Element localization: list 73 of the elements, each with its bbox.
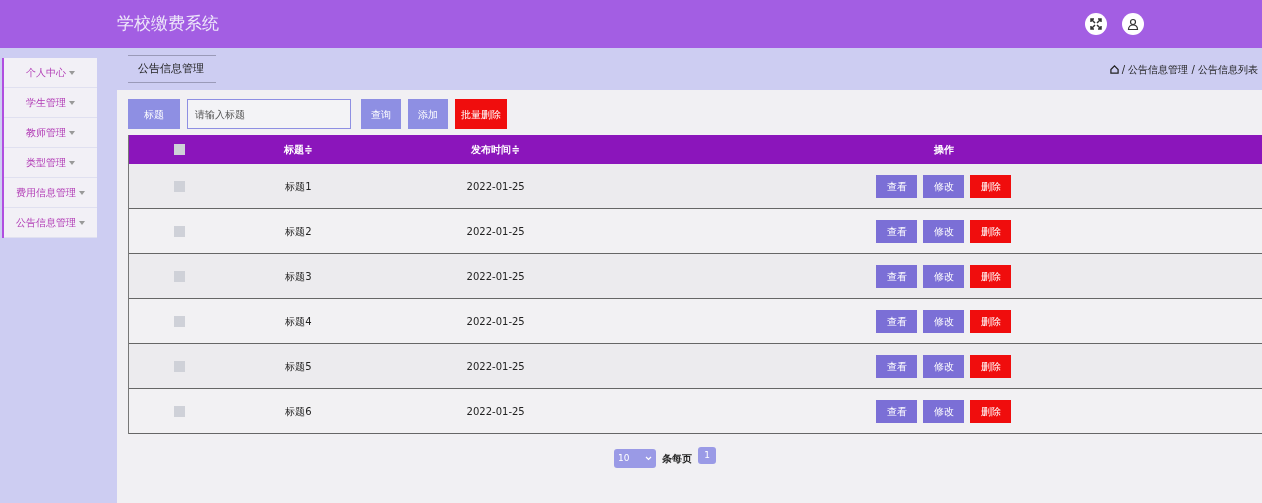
row-action-button[interactable]: 修改 <box>923 309 965 333</box>
home-icon[interactable] <box>1109 64 1119 74</box>
sidebar-item-label: 公告信息管理 <box>16 216 76 230</box>
sidebar-item-label: 个人中心 <box>26 66 66 80</box>
row-action-button[interactable]: 查看 <box>876 354 918 378</box>
table-cell-text: 标题4 <box>285 314 312 329</box>
checkbox[interactable] <box>174 405 186 417</box>
table-cell-text: 2022-01-25 <box>466 179 525 194</box>
sidebar-item-label: 类型管理 <box>26 156 66 170</box>
table-cell-text: 标题2 <box>285 224 312 239</box>
table-cell-text: 2022-01-25 <box>466 404 525 419</box>
sidebar-item-label: 教师管理 <box>26 126 66 140</box>
toolbar-button[interactable]: 批量删除 <box>455 99 507 129</box>
table-cell-text: 2022-01-25 <box>466 359 525 374</box>
table-cell-text: 2022-01-25 <box>466 269 525 284</box>
row-action-button[interactable]: 查看 <box>876 174 918 198</box>
table-cell-text: 2022-01-25 <box>466 314 525 329</box>
row-action-button[interactable]: 查看 <box>876 219 918 243</box>
search-field[interactable]: 请输入标题 <box>187 99 351 129</box>
row-action-button[interactable]: 修改 <box>923 174 965 198</box>
chevron-down-icon <box>645 456 652 461</box>
row-action-button[interactable]: 删除 <box>970 309 1012 333</box>
table-cell-text: 标题5 <box>285 359 312 374</box>
caret-icon <box>69 70 75 75</box>
table-cell-text: 标题1 <box>285 179 312 194</box>
sidebar-item[interactable]: 费用信息管理 <box>4 178 97 208</box>
row-action-button[interactable]: 删除 <box>970 399 1012 423</box>
column-header: 操作 <box>933 143 954 157</box>
table-cell-text: 标题3 <box>285 269 312 284</box>
caret-icon <box>69 160 75 165</box>
row-action-button[interactable]: 修改 <box>923 219 965 243</box>
user-icon[interactable] <box>1122 13 1144 35</box>
toolbar-button[interactable]: 添加 <box>408 99 448 129</box>
fullscreen-icon[interactable] <box>1085 13 1107 35</box>
page-size-label: 条每页 <box>662 452 692 466</box>
checkbox[interactable] <box>174 270 186 282</box>
sidebar-item[interactable]: 个人中心 <box>4 58 97 88</box>
checkbox[interactable] <box>174 360 186 372</box>
sidebar-item-label: 费用信息管理 <box>16 186 76 200</box>
row-action-button[interactable]: 查看 <box>876 399 918 423</box>
row-action-button[interactable]: 修改 <box>923 399 965 423</box>
sidebar-item[interactable]: 学生管理 <box>4 88 97 118</box>
caret-icon <box>79 220 85 225</box>
column-header[interactable]: 标题≑ <box>284 142 313 157</box>
sidebar-item[interactable]: 教师管理 <box>4 118 97 148</box>
page-button[interactable]: 1 <box>698 447 716 464</box>
table-cell-text: 标题6 <box>285 404 312 419</box>
sidebar-item[interactable]: 公告信息管理 <box>4 208 97 238</box>
row-action-button[interactable]: 删除 <box>970 174 1012 198</box>
breadcrumb-trail: / 公告信息管理 / 公告信息列表 <box>1121 62 1258 77</box>
sidebar-item-label: 学生管理 <box>26 96 66 110</box>
checkbox[interactable] <box>174 315 186 327</box>
caret-icon <box>69 100 75 105</box>
toolbar-button[interactable]: 查询 <box>361 99 401 129</box>
row-action-button[interactable]: 删除 <box>970 264 1012 288</box>
row-action-button[interactable]: 修改 <box>923 264 965 288</box>
row-action-button[interactable]: 查看 <box>876 264 918 288</box>
caret-icon <box>79 190 85 195</box>
checkbox[interactable] <box>174 144 186 155</box>
caret-icon <box>69 130 75 135</box>
row-action-button[interactable]: 删除 <box>970 219 1012 243</box>
table-cell-text: 2022-01-25 <box>466 224 525 239</box>
page-tab[interactable]: 公告信息管理 <box>128 55 216 83</box>
app-title: 学校缴费系统 <box>117 12 219 36</box>
column-header[interactable]: 发布时间≑ <box>471 142 520 157</box>
checkbox[interactable] <box>174 180 186 192</box>
checkbox[interactable] <box>174 225 186 237</box>
search-label: 标题 <box>128 99 180 129</box>
page-size-select[interactable]: 10 <box>614 449 656 468</box>
row-action-button[interactable]: 删除 <box>970 354 1012 378</box>
row-action-button[interactable]: 修改 <box>923 354 965 378</box>
sidebar-item[interactable]: 类型管理 <box>4 148 97 178</box>
row-action-button[interactable]: 查看 <box>876 309 918 333</box>
